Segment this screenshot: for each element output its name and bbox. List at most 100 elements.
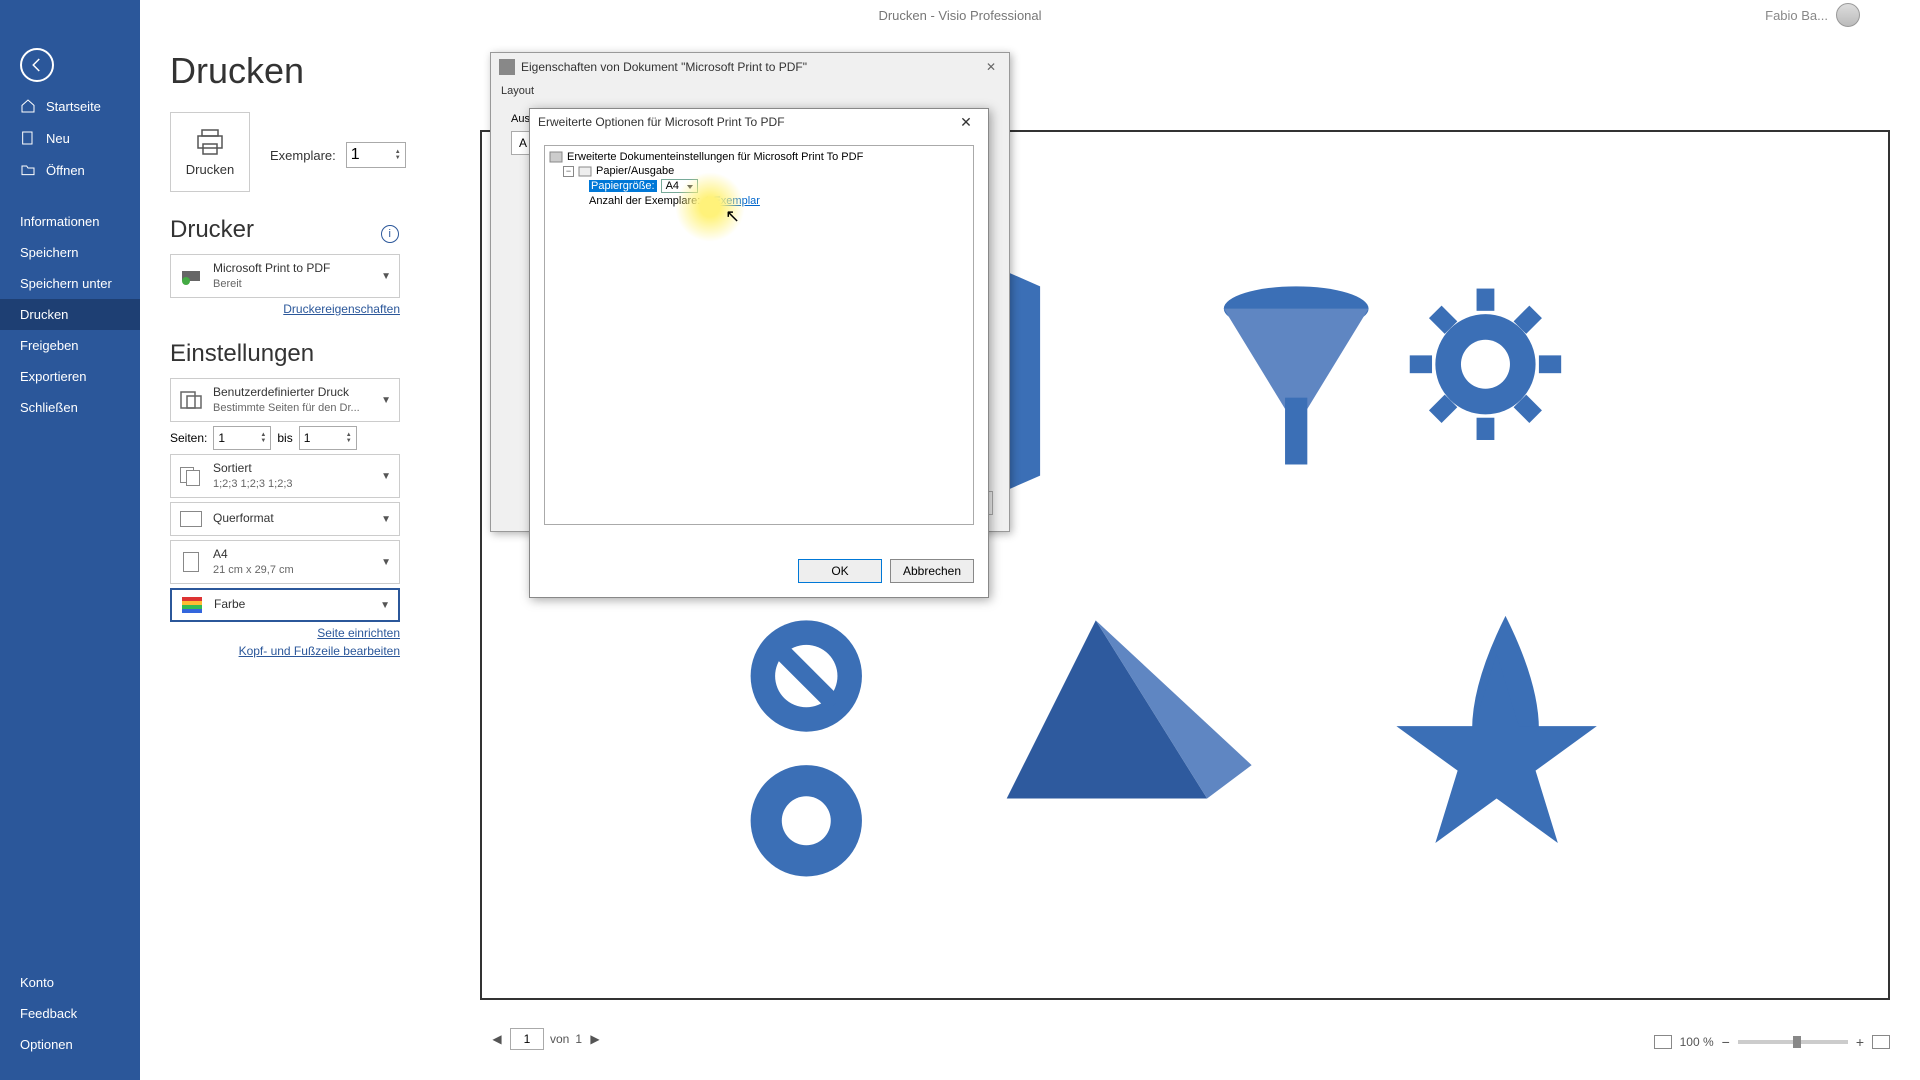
printer-status: Bereit xyxy=(213,277,381,291)
printer-properties-link[interactable]: Druckereigenschaften xyxy=(170,302,400,316)
nav-feedback[interactable]: Feedback xyxy=(0,998,140,1029)
nav-informationen[interactable]: Informationen xyxy=(0,206,140,237)
paper-line1: A4 xyxy=(213,547,381,563)
chevron-down-icon: ▼ xyxy=(381,471,391,482)
open-icon xyxy=(20,162,36,178)
printer-section-label: Drucker xyxy=(170,216,254,243)
zoom-slider[interactable] xyxy=(1738,1040,1848,1044)
zoom-out-button[interactable]: − xyxy=(1722,1034,1730,1050)
dialog-titlebar[interactable]: Eigenschaften von Dokument "Microsoft Pr… xyxy=(491,53,1009,81)
backstage-sidebar: Startseite Neu Öffnen Informationen Spei… xyxy=(0,0,140,1080)
custom-print-icon xyxy=(179,388,203,412)
custom-print-dropdown[interactable]: Benutzerdefinierter Druck Bestimmte Seit… xyxy=(170,378,400,422)
printer-dropdown[interactable]: Microsoft Print to PDF Bereit ▼ xyxy=(170,254,400,298)
zoom-in-button[interactable]: + xyxy=(1856,1034,1864,1050)
tree-paper-row[interactable]: − Papier/Ausgabe xyxy=(549,164,969,178)
nav-neu[interactable]: Neu xyxy=(0,122,140,154)
nav-optionen[interactable]: Optionen xyxy=(0,1029,140,1060)
nav-label: Informationen xyxy=(20,214,100,229)
zoom-fit-icon[interactable] xyxy=(1654,1035,1672,1049)
paper-dropdown[interactable]: A4 21 cm x 29,7 cm ▼ xyxy=(170,540,400,584)
color-dropdown[interactable]: Farbe ▼ xyxy=(170,588,400,622)
folder-icon xyxy=(578,165,592,177)
nav-drucken[interactable]: Drucken xyxy=(0,299,140,330)
page-total: 1 xyxy=(575,1032,582,1046)
printer-name: Microsoft Print to PDF xyxy=(213,261,381,277)
info-icon[interactable]: i xyxy=(381,225,399,243)
page-navigation: ◀ von 1 ▶ xyxy=(490,1028,602,1050)
nav-startseite[interactable]: Startseite xyxy=(0,90,140,122)
printer-ready-icon xyxy=(179,264,203,288)
page-to-value: 1 xyxy=(304,431,311,445)
collate-icon xyxy=(179,464,203,488)
close-button[interactable]: ✕ xyxy=(981,57,1001,77)
custom-print-line2: Bestimmte Seiten für den Dr... xyxy=(213,401,381,415)
copies-row[interactable]: Anzahl der Exemplare: 1 Exemplar xyxy=(549,194,969,208)
inner-dialog-titlebar[interactable]: Erweiterte Optionen für Microsoft Print … xyxy=(530,109,988,135)
user-badge[interactable]: Fabio Ba... xyxy=(1765,3,1860,27)
nav-konto[interactable]: Konto xyxy=(0,967,140,998)
pyramid-shape xyxy=(1007,621,1252,799)
nav-label: Drucken xyxy=(20,307,68,322)
chevron-down-icon: ▼ xyxy=(381,514,391,525)
paper-size-dropdown[interactable]: A4 xyxy=(661,179,698,193)
nav-freigeben[interactable]: Freigeben xyxy=(0,330,140,361)
copies-value[interactable]: 1 Exemplar xyxy=(704,195,760,207)
pages-to-label: bis xyxy=(277,431,292,445)
inner-dialog-title: Erweiterte Optionen für Microsoft Print … xyxy=(538,115,785,129)
page-to-input[interactable]: 1 ▲▼ xyxy=(299,426,357,450)
star-shape xyxy=(1397,654,1597,843)
nav-exportieren[interactable]: Exportieren xyxy=(0,361,140,392)
nav-label: Schließen xyxy=(20,400,78,415)
color-swatch-icon xyxy=(180,593,204,617)
zoom-thumb[interactable] xyxy=(1793,1036,1801,1048)
spinner-arrows-icon: ▲▼ xyxy=(395,149,401,161)
collation-line2: 1;2;3 1;2;3 1;2;3 xyxy=(213,477,381,491)
collation-dropdown[interactable]: Sortiert 1;2;3 1;2;3 1;2;3 ▼ xyxy=(170,454,400,498)
nav-oeffnen[interactable]: Öffnen xyxy=(0,154,140,186)
exemplare-value: 1 xyxy=(351,146,360,164)
ok-button[interactable]: OK xyxy=(798,559,882,583)
app-titlebar: Drucken - Visio Professional Fabio Ba... xyxy=(0,0,1920,30)
zoom-controls: 100 % − + xyxy=(1654,1034,1890,1050)
spinner-arrows-icon: ▲▼ xyxy=(346,432,352,444)
pages-label: Seiten: xyxy=(170,431,207,445)
header-footer-link[interactable]: Kopf- und Fußzeile bearbeiten xyxy=(170,644,400,658)
page-from-input[interactable]: 1 ▲▼ xyxy=(213,426,271,450)
nav-label: Neu xyxy=(46,131,70,146)
tree-root-row[interactable]: Erweiterte Dokumenteinstellungen für Mic… xyxy=(549,150,969,164)
app-title: Drucken - Visio Professional xyxy=(878,8,1041,23)
page-setup-link[interactable]: Seite einrichten xyxy=(170,626,400,640)
spinner-arrows-icon: ▲▼ xyxy=(260,432,266,444)
paper-size-label: Papiergröße: xyxy=(589,180,657,192)
orientation-icon xyxy=(179,507,203,531)
settings-tree[interactable]: Erweiterte Dokumenteinstellungen für Mic… xyxy=(544,145,974,525)
nav-speichern[interactable]: Speichern xyxy=(0,237,140,268)
doc-icon xyxy=(549,151,563,163)
aus-label: Aus xyxy=(511,113,530,125)
cancel-button[interactable]: Abbrechen xyxy=(890,559,974,583)
close-button[interactable]: ✕ xyxy=(952,112,980,132)
paper-line2: 21 cm x 29,7 cm xyxy=(213,563,381,577)
back-button[interactable] xyxy=(20,48,54,82)
current-page-input[interactable] xyxy=(510,1028,544,1050)
print-button[interactable]: Drucken xyxy=(170,112,250,192)
paper-size-row[interactable]: Papiergröße: A4 xyxy=(549,178,969,194)
nav-label: Öffnen xyxy=(46,163,85,178)
orientation-label: Querformat xyxy=(213,511,381,527)
exemplare-spinner[interactable]: 1 ▲▼ xyxy=(346,142,406,168)
nav-schliessen[interactable]: Schließen xyxy=(0,392,140,423)
layout-tab[interactable]: Layout xyxy=(491,81,1009,101)
nav-speichern-unter[interactable]: Speichern unter xyxy=(0,268,140,299)
tree-collapse-icon[interactable]: − xyxy=(563,166,574,177)
funnel-shape xyxy=(1224,287,1369,465)
zoom-to-page-icon[interactable] xyxy=(1872,1035,1890,1049)
tree-paper-label: Papier/Ausgabe xyxy=(596,165,674,177)
orientation-dropdown[interactable]: Querformat ▼ xyxy=(170,502,400,536)
page-from-value: 1 xyxy=(218,431,225,445)
paper-icon xyxy=(179,550,203,574)
prev-page-button[interactable]: ◀ xyxy=(490,1032,504,1046)
next-page-button[interactable]: ▶ xyxy=(588,1032,602,1046)
no-entry-shape xyxy=(751,621,862,732)
nav-label: Optionen xyxy=(20,1037,73,1052)
